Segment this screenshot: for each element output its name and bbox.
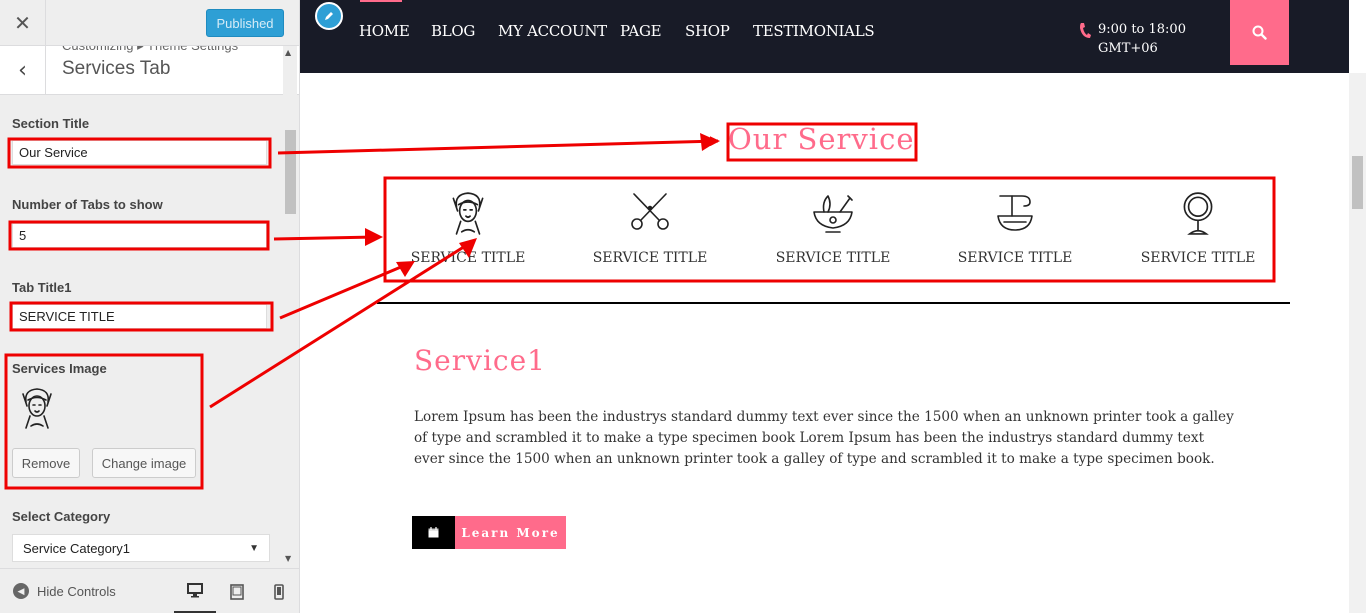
tabs-divider — [377, 302, 1290, 304]
nav-shop[interactable]: SHOP — [685, 22, 730, 40]
back-arrow-icon[interactable]: ‹ — [0, 46, 46, 94]
nav-my-account[interactable]: MY ACCOUNT — [498, 22, 607, 40]
num-tabs-input[interactable]: 5 — [12, 223, 267, 248]
calendar-icon — [428, 527, 439, 538]
active-service-heading: Service1 — [414, 344, 546, 377]
learn-more-button[interactable]: Learn More — [455, 516, 566, 549]
num-tabs-label: Number of Tabs to show — [12, 197, 163, 212]
cream-bowl-icon — [997, 195, 1033, 231]
nav-active-indicator — [360, 0, 402, 2]
woman-face-icon — [20, 386, 54, 434]
service-tab-5-title[interactable]: SERVICE TITLE — [1118, 250, 1278, 266]
preview-scroll-thumb[interactable] — [1352, 156, 1363, 209]
service-tab-1[interactable] — [393, 190, 543, 236]
desktop-icon[interactable] — [174, 569, 216, 613]
service-tab-4[interactable] — [940, 190, 1090, 234]
section-header: ‹ Customizing ▸ Theme Settings Services … — [0, 46, 299, 95]
hours-line-1: 9:00 to 18:00 — [1098, 22, 1186, 37]
woman-face-icon — [452, 192, 484, 235]
nav-blog[interactable]: BLOG — [431, 22, 475, 40]
preview-scrollbar[interactable] — [1349, 73, 1366, 613]
scroll-up-icon[interactable]: ▲ — [285, 48, 291, 57]
service-tab-3[interactable] — [758, 190, 908, 234]
phone-icon — [1080, 23, 1091, 38]
mobile-icon[interactable] — [258, 569, 299, 613]
chevron-down-icon: ▼ — [249, 542, 259, 554]
section-title-label: Section Title — [12, 116, 90, 131]
service-tab-4-title[interactable]: SERVICE TITLE — [935, 250, 1095, 266]
nav-home[interactable]: HOME — [359, 22, 410, 40]
search-button[interactable] — [1230, 0, 1289, 65]
collapse-icon: ◀ — [13, 583, 29, 599]
tab-title-label: Tab Title1 — [12, 280, 72, 295]
service-tab-5[interactable] — [1123, 190, 1273, 236]
category-label: Select Category — [12, 509, 111, 524]
category-select-value: Service Category1 — [23, 540, 130, 556]
change-image-button[interactable]: Change image — [92, 448, 196, 478]
hours-line-2: GMT+06 — [1098, 41, 1158, 56]
customizer-footer: ◀ Hide Controls — [0, 568, 299, 613]
contact-hours: 9:00 to 18:00 GMT+06 — [1078, 20, 1208, 58]
active-service-text: Lorem Ipsum has been the industrys stand… — [414, 409, 1234, 467]
hide-controls-button[interactable]: ◀ Hide Controls — [13, 583, 116, 599]
close-icon[interactable]: ✕ — [0, 0, 46, 46]
tablet-icon[interactable] — [216, 569, 258, 613]
main-nav: HOME BLOG MY ACCOUNT PAGE SHOP TESTIMONI… — [300, 0, 1349, 73]
nav-page[interactable]: PAGE — [620, 22, 662, 40]
tab-title-input[interactable]: SERVICE TITLE — [12, 304, 267, 329]
service-tab-1-title[interactable]: SERVICE TITLE — [388, 250, 548, 266]
search-icon — [1252, 25, 1267, 40]
section-title-input[interactable]: Our Service — [12, 140, 267, 165]
remove-image-button[interactable]: Remove — [12, 448, 80, 478]
breadcrumb: Customizing ▸ Theme Settings — [62, 46, 238, 54]
service-tab-3-title[interactable]: SERVICE TITLE — [753, 250, 913, 266]
customizer-sidebar: ✕ Published ‹ Customizing ▸ Theme Settin… — [0, 0, 300, 613]
customizer-header: ✕ Published — [0, 0, 299, 46]
sidebar-scrollbar[interactable] — [283, 46, 297, 568]
service-tab-2-title[interactable]: SERVICE TITLE — [570, 250, 730, 266]
calendar-button[interactable] — [412, 516, 455, 549]
edit-pencil-icon[interactable] — [315, 2, 343, 30]
service-tab-2[interactable] — [575, 190, 725, 234]
mirror-icon — [1183, 192, 1213, 235]
sidebar-scroll-thumb[interactable] — [285, 130, 296, 214]
scissors-icon — [631, 193, 669, 230]
category-select[interactable]: Service Category1 ▼ — [12, 534, 270, 562]
section-heading: Our Service — [728, 122, 915, 156]
nav-testimonials[interactable]: TESTIMONIALS — [753, 22, 875, 40]
services-image-label: Services Image — [12, 361, 107, 376]
site-preview: HOME BLOG MY ACCOUNT PAGE SHOP TESTIMONI… — [300, 0, 1366, 613]
scroll-down-icon[interactable]: ▼ — [285, 554, 291, 563]
published-button[interactable]: Published — [206, 9, 284, 37]
hide-controls-label: Hide Controls — [37, 583, 116, 599]
herbal-bowl-icon — [813, 195, 853, 233]
section-name: Services Tab — [62, 58, 171, 79]
